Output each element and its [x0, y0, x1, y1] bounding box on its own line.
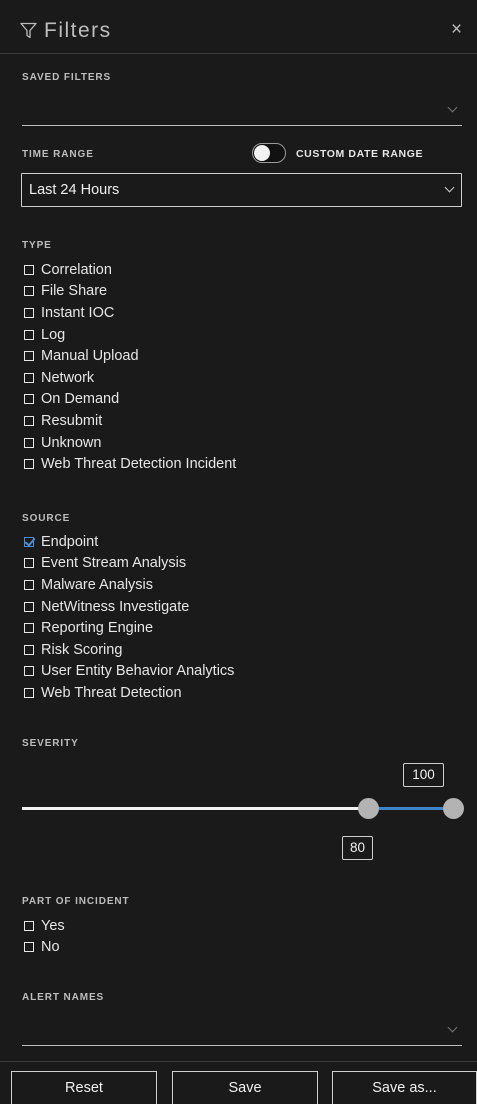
- checkbox-label: User Entity Behavior Analytics: [41, 663, 235, 680]
- checkbox-icon[interactable]: [24, 372, 34, 383]
- checkbox-malware-analysis[interactable]: Malware Analysis: [24, 574, 234, 596]
- checkbox-label: Reporting Engine: [41, 620, 154, 637]
- checkbox-label: Correlation: [41, 261, 112, 278]
- save-button[interactable]: Save: [172, 1071, 318, 1104]
- checkbox-label: No: [41, 939, 60, 956]
- checkbox-reporting-engine[interactable]: Reporting Engine: [24, 617, 234, 639]
- checkbox-label: Unknown: [41, 434, 102, 451]
- checkbox-netwitness-investigate[interactable]: NetWitness Investigate: [24, 596, 234, 618]
- checkbox-label: Log: [41, 326, 66, 343]
- chevron-down-icon: [447, 1022, 458, 1033]
- close-icon[interactable]: ×: [451, 20, 462, 39]
- time-range-value: Last 24 Hours: [29, 182, 120, 198]
- checkbox-icon[interactable]: [24, 394, 34, 405]
- checkbox-icon[interactable]: [24, 920, 34, 931]
- checkbox-icon[interactable]: [24, 329, 34, 340]
- checkbox-network[interactable]: Network: [24, 367, 236, 389]
- severity-min-value: 80: [342, 836, 373, 860]
- checkbox-label: Network: [41, 369, 95, 386]
- checkbox-label: Resubmit: [41, 412, 103, 429]
- checkbox-icon[interactable]: [24, 351, 34, 362]
- panel-title: Filters: [44, 19, 112, 42]
- checkbox-label: Instant IOC: [41, 304, 115, 321]
- checkbox-yes[interactable]: Yes: [24, 915, 65, 937]
- alert-names-select[interactable]: [22, 1016, 462, 1046]
- toggle-knob: [254, 145, 270, 161]
- checkbox-user-entity-behavior-analytics[interactable]: User Entity Behavior Analytics: [24, 661, 234, 683]
- checkbox-icon[interactable]: [24, 601, 34, 612]
- time-range-label: TIME RANGE: [22, 149, 94, 160]
- checkbox-icon[interactable]: [24, 286, 34, 297]
- checkbox-web-threat-detection[interactable]: Web Threat Detection: [24, 682, 234, 704]
- checkbox-icon[interactable]: [24, 459, 34, 470]
- checkbox-icon[interactable]: [24, 666, 34, 677]
- checkbox-icon[interactable]: [24, 579, 34, 590]
- checkbox-icon[interactable]: [24, 264, 34, 275]
- checkbox-icon[interactable]: [24, 437, 34, 448]
- checkbox-label: Malware Analysis: [41, 576, 154, 593]
- checkbox-label: Web Threat Detection: [41, 684, 182, 701]
- source-label: SOURCE: [22, 513, 71, 524]
- checkbox-manual-upload[interactable]: Manual Upload: [24, 345, 236, 367]
- checkbox-icon[interactable]: [24, 558, 34, 569]
- save-as-button[interactable]: Save as...: [332, 1071, 477, 1104]
- part-of-incident-options: Yes No: [24, 915, 65, 958]
- checkbox-label: Endpoint: [41, 533, 99, 550]
- checkbox-icon[interactable]: [24, 687, 34, 698]
- checkbox-label: On Demand: [41, 391, 120, 408]
- filters-header: Filters ×: [0, 0, 477, 54]
- chevron-down-icon: [447, 102, 458, 113]
- checkbox-label: Event Stream Analysis: [41, 555, 187, 572]
- custom-date-range-toggle[interactable]: [252, 143, 286, 163]
- checkbox-label: File Share: [41, 283, 108, 300]
- type-label: TYPE: [22, 240, 52, 251]
- chevron-down-icon: [444, 182, 455, 193]
- checkbox-label: Web Threat Detection Incident: [41, 456, 237, 473]
- filter-icon: [20, 22, 37, 39]
- checkbox-file-share[interactable]: File Share: [24, 281, 236, 303]
- checkbox-icon[interactable]: [24, 307, 34, 318]
- reset-button[interactable]: Reset: [11, 1071, 157, 1104]
- part-of-incident-label: PART OF INCIDENT: [22, 896, 130, 907]
- checkbox-on-demand[interactable]: On Demand: [24, 389, 236, 411]
- checkbox-instant-ioc[interactable]: Instant IOC: [24, 302, 236, 324]
- checkbox-label: NetWitness Investigate: [41, 598, 190, 615]
- time-range-select[interactable]: Last 24 Hours: [21, 173, 462, 207]
- checkbox-icon[interactable]: [24, 942, 34, 953]
- severity-label: SEVERITY: [22, 738, 79, 749]
- footer-divider: [0, 1061, 477, 1062]
- checkbox-label: Manual Upload: [41, 348, 139, 365]
- saved-filters-select[interactable]: [22, 96, 462, 126]
- checkbox-icon[interactable]: [24, 623, 34, 634]
- checkbox-resubmit[interactable]: Resubmit: [24, 410, 236, 432]
- custom-date-range-label: CUSTOM DATE RANGE: [296, 148, 424, 160]
- checkbox-endpoint[interactable]: Endpoint: [24, 531, 234, 553]
- checkbox-risk-scoring[interactable]: Risk Scoring: [24, 639, 234, 661]
- checkbox-web-threat-detection-incident[interactable]: Web Threat Detection Incident: [24, 453, 236, 475]
- checkbox-icon[interactable]: [24, 415, 34, 426]
- severity-track: [22, 807, 368, 810]
- type-options: Correlation File Share Instant IOC Log Manua…: [24, 259, 236, 475]
- saved-filters-label: SAVED FILTERS: [22, 72, 112, 83]
- severity-max-handle[interactable]: [443, 798, 464, 819]
- checkbox-no[interactable]: No: [24, 937, 65, 959]
- checkbox-correlation[interactable]: Correlation: [24, 259, 236, 281]
- checkbox-log[interactable]: Log: [24, 324, 236, 346]
- checkbox-label: Yes: [41, 917, 65, 934]
- checkbox-icon[interactable]: [24, 644, 34, 655]
- severity-max-value: 100: [403, 763, 444, 787]
- checkbox-checked-icon[interactable]: [24, 536, 34, 547]
- severity-selected-range: [368, 807, 454, 810]
- checkbox-unknown[interactable]: Unknown: [24, 432, 236, 454]
- source-options: Endpoint Event Stream Analysis Malware Ana…: [24, 531, 234, 704]
- alert-names-label: ALERT NAMES: [22, 992, 105, 1003]
- severity-min-handle[interactable]: [358, 798, 379, 819]
- checkbox-label: Risk Scoring: [41, 641, 123, 658]
- checkbox-event-stream-analysis[interactable]: Event Stream Analysis: [24, 553, 234, 575]
